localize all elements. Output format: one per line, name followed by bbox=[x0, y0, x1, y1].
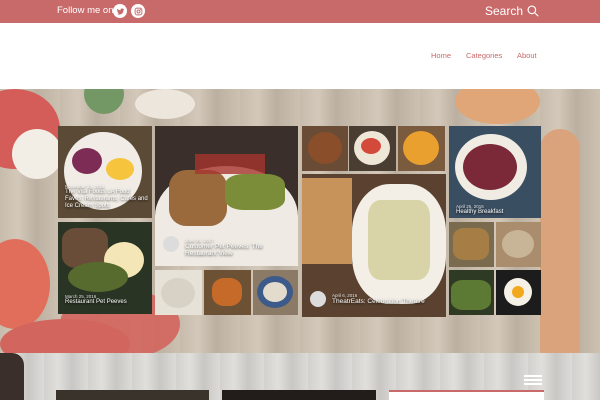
post-tile[interactable] bbox=[302, 126, 348, 171]
post-tile[interactable] bbox=[496, 270, 541, 315]
post-title[interactable]: Restaurant Pet Peeves bbox=[65, 299, 149, 306]
post-tile[interactable]: June 26, 2017 Customer Pet Peeves: The R… bbox=[155, 126, 298, 266]
post-date: June 26, 2017 bbox=[185, 238, 214, 243]
post-title[interactable]: The Vita Foods LA Food Faves: Restaurant… bbox=[65, 189, 149, 210]
post-tile[interactable]: April 25, 2016 Healthy Breakfast bbox=[449, 126, 541, 218]
post-tile[interactable] bbox=[253, 270, 298, 315]
post-date: April 25, 2016 bbox=[456, 204, 484, 209]
hero-mosaic: November 23, 2016 The Vita Foods LA Food… bbox=[0, 89, 600, 353]
post-tile[interactable] bbox=[449, 222, 494, 267]
nav-home[interactable]: Home bbox=[431, 51, 451, 60]
post-tile[interactable] bbox=[155, 270, 202, 315]
twitter-icon[interactable] bbox=[113, 4, 127, 18]
post-title[interactable]: Healthy Breakfast bbox=[456, 209, 540, 216]
search-label[interactable]: Search bbox=[485, 4, 523, 18]
post-tile[interactable] bbox=[398, 126, 445, 171]
author-avatar bbox=[310, 291, 326, 307]
search-icon[interactable] bbox=[526, 4, 540, 18]
author-avatar bbox=[163, 236, 179, 252]
menu-icon[interactable] bbox=[524, 375, 542, 385]
post-title[interactable]: Customer Pet Peeves: The Restaurant View bbox=[185, 243, 295, 257]
nav-about[interactable]: About bbox=[517, 51, 537, 60]
post-tile[interactable]: April 6, 2016 TheatrEats: Celebration Th… bbox=[302, 174, 446, 317]
post-tile[interactable] bbox=[449, 270, 494, 315]
post-tile[interactable] bbox=[204, 270, 251, 315]
follow-label: Follow me on bbox=[57, 5, 114, 16]
post-title[interactable]: TheatrEats: Celebration Theatre bbox=[332, 298, 442, 305]
post-date: March 25, 2016 bbox=[65, 294, 97, 299]
nav-categories[interactable]: Categories bbox=[466, 51, 502, 60]
post-tile[interactable]: March 25, 2016 Restaurant Pet Peeves bbox=[58, 222, 152, 314]
cup-image bbox=[0, 353, 24, 400]
post-tile[interactable] bbox=[349, 126, 396, 171]
instagram-icon[interactable] bbox=[131, 4, 145, 18]
post-date: April 6, 2016 bbox=[332, 293, 358, 298]
post-date: November 23, 2016 bbox=[65, 184, 105, 189]
site-header: Home Categories About bbox=[0, 23, 600, 89]
post-tile[interactable]: November 23, 2016 The Vita Foods LA Food… bbox=[58, 126, 152, 218]
lower-section bbox=[0, 353, 600, 400]
post-card[interactable] bbox=[56, 390, 209, 400]
post-card[interactable] bbox=[389, 390, 544, 400]
post-tile[interactable] bbox=[496, 222, 541, 267]
top-bar: Follow me on Search bbox=[0, 0, 600, 23]
post-card[interactable] bbox=[222, 390, 376, 400]
